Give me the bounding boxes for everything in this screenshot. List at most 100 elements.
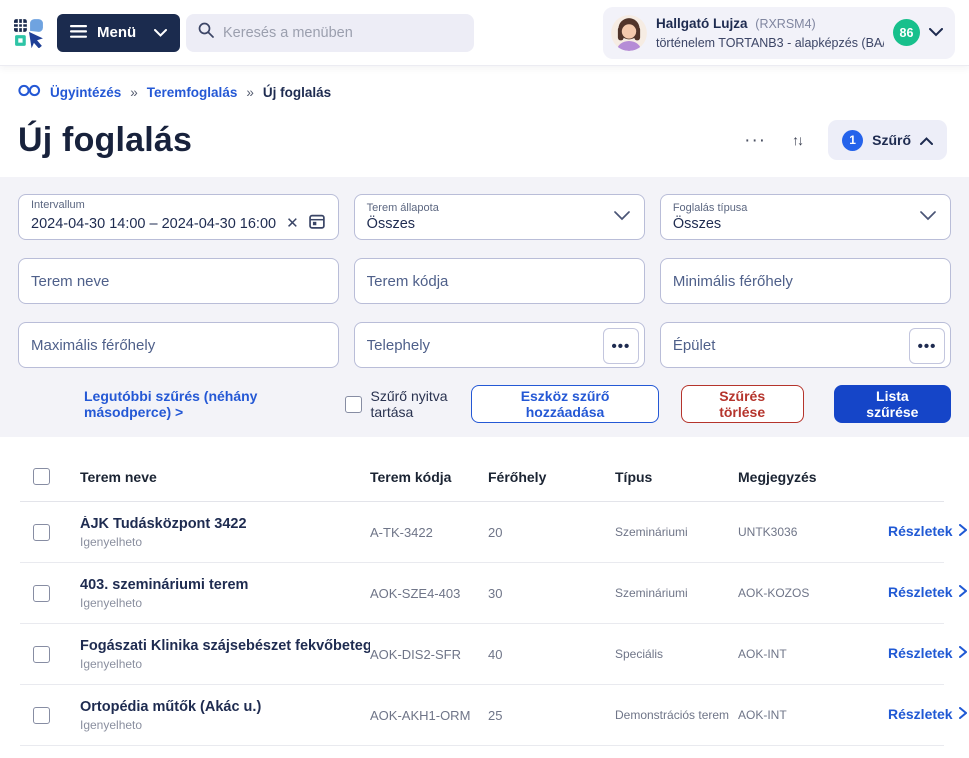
keep-open-checkbox[interactable] [345,396,362,413]
details-link[interactable]: Részletek [888,584,967,600]
user-info: Hallgató Lujza (RXRSM4) történelem TORTA… [656,14,884,51]
clear-filter-button[interactable]: Szűrés törlése [681,385,804,423]
row-checkbox[interactable] [33,707,50,724]
app-logo-icon [14,18,44,48]
breadcrumb-link-teremfoglalas[interactable]: Teremfoglalás [147,85,238,100]
filter-toggle-label: Szűrő [872,132,911,148]
room-status: Igenyelheto [80,596,370,610]
room-code-input[interactable] [367,273,632,290]
sort-icon[interactable]: ↑↓ [792,132,802,148]
menu-search[interactable] [186,14,474,52]
calendar-icon[interactable] [309,213,326,235]
site-input[interactable] [367,337,632,354]
room-type: Demonstrációs terem [615,708,738,722]
room-name: ÁJK Tudásközpont 3422 [80,516,370,532]
room-name: Fogászati Klinika szájsebészet fekvőbete… [80,638,370,654]
chevron-up-icon [920,133,933,148]
recent-filter-link[interactable]: Legutóbbi szűrés (néhány másodperce) > [84,388,319,420]
site-picker-button[interactable]: ••• [603,328,639,364]
chevron-down-icon [920,208,936,226]
table-body: ÁJK Tudásközpont 3422 Igenyelheto A-TK-3… [20,502,944,746]
max-capacity-field[interactable] [18,322,339,368]
breadcrumb-separator: » [246,85,254,100]
chevron-right-icon [959,645,967,661]
title-row: Új foglalás ··· ↑↓ 1 Szűrő [0,100,969,160]
room-name-field[interactable] [18,258,339,304]
user-name: Hallgató Lujza [656,16,748,31]
room-code: AOK-AKH1-ORM [370,708,488,723]
col-header-room-name: Terem neve [80,469,370,485]
breadcrumb-current: Új foglalás [263,85,331,100]
room-status: Igenyelheto [80,535,370,549]
room-code: AOK-DIS2-SFR [370,647,488,662]
room-code-field[interactable] [354,258,645,304]
table-header-row: Terem neve Terem kódja Férőhely Típus Me… [20,452,944,502]
chevron-down-icon[interactable] [929,24,943,42]
credit-badge: 86 [893,19,920,46]
details-link-label: Részletek [888,645,953,661]
room-state-select[interactable]: Terem állapota Összes [354,194,645,240]
room-status: Igenyelheto [80,718,370,732]
user-neptun-code: (RXRSM4) [755,17,815,31]
page-title: Új foglalás [18,121,192,160]
filter-toggle-button[interactable]: 1 Szűrő [828,120,947,160]
user-program: történelem TORTANB3 - alapképzés (BA/... [656,35,884,51]
breadcrumb: Ügyintézés » Teremfoglalás » Új foglalás [0,66,969,100]
select-all-checkbox[interactable] [33,468,50,485]
search-input[interactable] [223,25,462,41]
breadcrumb-link-ugyintezes[interactable]: Ügyintézés [50,85,121,100]
chevron-down-icon [614,208,630,226]
building-input[interactable] [673,337,938,354]
interval-field[interactable]: Intervallum 2024-04-30 14:00 – 2024-04-3… [18,194,339,240]
room-name-input[interactable] [31,273,326,290]
room-type: Szemináriumi [615,586,738,600]
room-type: Speciális [615,647,738,661]
room-code: A-TK-3422 [370,525,488,540]
room-type: Szemináriumi [615,525,738,539]
room-state-label: Terem állapota [367,202,439,215]
building-field[interactable]: ••• [660,322,951,368]
chevron-right-icon [959,523,967,539]
col-header-type: Típus [615,469,738,485]
details-link-label: Részletek [888,706,953,722]
user-menu[interactable]: Hallgató Lujza (RXRSM4) történelem TORTA… [603,7,955,59]
booking-type-select[interactable]: Foglalás típusa Összes [660,194,951,240]
min-capacity-field[interactable] [660,258,951,304]
menu-button-label: Menü [97,24,136,41]
more-actions-icon[interactable]: ··· [744,131,766,150]
interval-value: 2024-04-30 14:00 – 2024-04-30 16:00 [31,216,276,232]
interval-label: Intervallum [31,199,85,212]
room-state-value: Összes [367,216,415,232]
chevron-right-icon [959,706,967,722]
menu-button[interactable]: Menü [57,14,180,52]
row-checkbox[interactable] [33,524,50,541]
room-capacity: 20 [488,525,615,540]
details-link[interactable]: Részletek [888,523,967,539]
add-device-filter-button[interactable]: Eszköz szűrő hozzáadása [471,385,658,423]
keep-filter-open: Szűrő nyitva tartása [345,388,472,420]
details-link[interactable]: Részletek [888,706,967,722]
room-capacity: 30 [488,586,615,601]
col-header-room-code: Terem kódja [370,469,488,485]
building-picker-button[interactable]: ••• [909,328,945,364]
room-name: Ortopédia műtők (Akác u.) [80,699,370,715]
col-header-capacity: Férőhely [488,469,615,485]
max-capacity-input[interactable] [31,337,326,354]
filter-footer: Legutóbbi szűrés (néhány másodperce) > S… [18,385,951,425]
min-capacity-input[interactable] [673,273,938,290]
user-avatar [611,15,647,51]
room-capacity: 40 [488,647,615,662]
row-checkbox[interactable] [33,646,50,663]
apply-filter-button[interactable]: Lista szűrése [834,385,951,423]
details-link-label: Részletek [888,523,953,539]
room-note: UNTK3036 [738,525,888,539]
filter-count-badge: 1 [842,130,863,151]
row-checkbox[interactable] [33,585,50,602]
chevron-down-icon [154,25,167,40]
site-field[interactable]: ••• [354,322,645,368]
rooms-table: Terem neve Terem kódja Férőhely Típus Me… [0,452,969,746]
infinity-icon [18,84,41,100]
table-row: Ortopédia műtők (Akác u.) Igenyelheto AO… [20,685,944,746]
details-link[interactable]: Részletek [888,645,967,661]
clear-icon[interactable]: ✕ [286,216,299,231]
